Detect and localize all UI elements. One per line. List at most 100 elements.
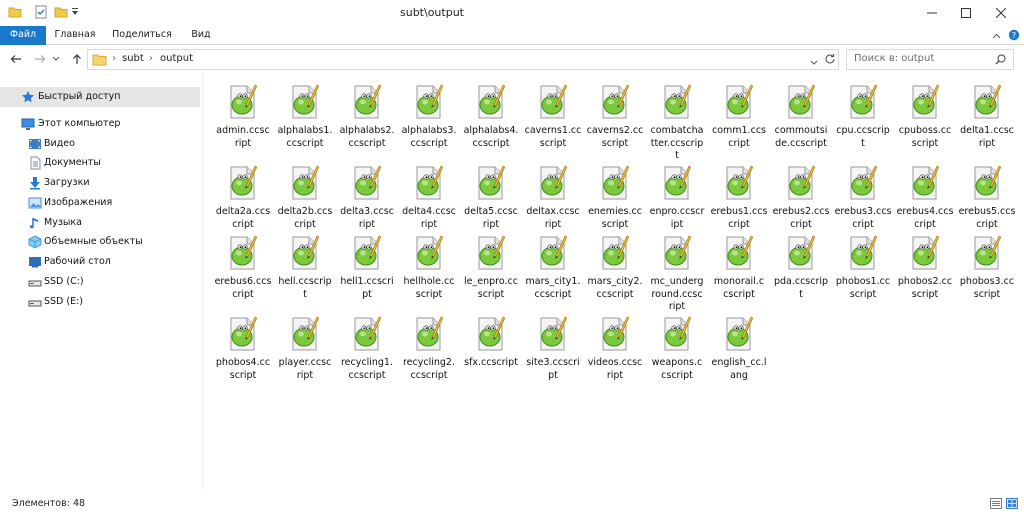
file-item[interactable]: phobos3.cc script <box>956 228 1018 306</box>
file-item[interactable]: admin.ccsc ript <box>212 77 274 155</box>
file-item[interactable]: delta2b.ccs cript <box>274 158 336 236</box>
file-item[interactable]: monorail.c cscript <box>708 228 770 306</box>
file-name-line: caverns2.cc <box>586 125 644 136</box>
file-item[interactable]: delta2a.ccs cript <box>212 158 274 236</box>
file-item[interactable]: alphalabs4. ccscript <box>460 77 522 155</box>
address-bar[interactable]: › subt › output <box>87 49 839 70</box>
tab-file[interactable]: Файл <box>0 26 46 45</box>
file-name-line: ccscript <box>348 369 386 381</box>
close-button[interactable] <box>978 0 1024 26</box>
file-item[interactable]: comm1.ccs cript <box>708 77 770 155</box>
file-item[interactable]: english_cc.l ang <box>708 309 770 387</box>
search-input[interactable]: Поиск в: output <box>854 53 934 64</box>
forward-button[interactable] <box>30 49 50 69</box>
file-item[interactable]: phobos1.cc script <box>832 228 894 306</box>
help-icon[interactable]: ? <box>1008 29 1020 44</box>
file-name-line: alphalabs1. <box>277 125 333 136</box>
file-item[interactable]: alphalabs3. ccscript <box>398 77 460 155</box>
breadcrumb-output[interactable]: output <box>160 53 193 64</box>
file-item[interactable]: hell1.ccscri pt <box>336 228 398 306</box>
file-item[interactable]: cpu.ccscrip t <box>832 77 894 155</box>
sidebar-item-quick-access[interactable]: Быстрый доступ <box>0 87 200 107</box>
file-name: mars_city2. ccscript <box>584 276 646 301</box>
file-name: comm1.ccs cript <box>708 125 770 150</box>
file-name-line: delta5.ccsc <box>464 206 518 217</box>
sidebar-item-pictures[interactable]: Изображения <box>0 193 200 213</box>
expand-ribbon-icon[interactable] <box>992 31 1001 44</box>
file-item[interactable]: erebus5.ccs cript <box>956 158 1018 236</box>
arrow-right-icon <box>35 55 46 63</box>
file-item[interactable]: alphalabs1. ccscript <box>274 77 336 155</box>
sidebar-item-downloads[interactable]: Загрузки <box>0 173 200 193</box>
file-item[interactable]: alphalabs2. ccscript <box>336 77 398 155</box>
file-item[interactable]: erebus3.ccs cript <box>832 158 894 236</box>
details-view-button[interactable] <box>990 498 1002 509</box>
file-name-line: ccscript <box>410 369 448 381</box>
file-item[interactable]: deltax.ccsc ript <box>522 158 584 236</box>
file-item[interactable]: commoutsi de.ccscript <box>770 77 832 155</box>
file-name-line: monorail.c <box>713 276 765 287</box>
file-item[interactable]: erebus2.ccs cript <box>770 158 832 236</box>
file-item[interactable]: videos.ccsc ript <box>584 309 646 387</box>
sidebar-item-desktop[interactable]: Рабочий стол <box>0 252 200 272</box>
file-item[interactable]: mars_city2. ccscript <box>584 228 646 306</box>
file-name-line: combatcha <box>650 125 704 136</box>
file-item[interactable]: weapons.c cscript <box>646 309 708 387</box>
sidebar-item-drive-e[interactable]: SSD (E:) <box>0 292 200 312</box>
file-item[interactable]: enemies.cc script <box>584 158 646 236</box>
tab-share[interactable]: Поделиться <box>110 26 174 45</box>
file-item[interactable]: erebus1.ccs cript <box>708 158 770 236</box>
search-box[interactable]: Поиск в: output <box>846 49 1014 70</box>
sidebar-item-music[interactable]: Музыка <box>0 213 200 233</box>
file-item[interactable]: le_enpro.cc script <box>460 228 522 306</box>
refresh-button[interactable] <box>824 53 836 68</box>
file-item[interactable]: hell.ccscrip t <box>274 228 336 306</box>
file-item[interactable]: phobos2.cc script <box>894 228 956 306</box>
address-dropdown-button[interactable] <box>810 56 818 69</box>
file-item[interactable]: mc_underg round.ccsc ript <box>646 228 708 312</box>
sidebar-item-videos[interactable]: Видео <box>0 134 200 154</box>
file-item[interactable]: combatcha tter.ccscrip t <box>646 77 708 161</box>
file-item[interactable]: hellhole.cc script <box>398 228 460 306</box>
file-item[interactable]: site3.ccscri pt <box>522 309 584 387</box>
tab-home[interactable]: Главная <box>50 26 100 45</box>
file-item[interactable]: player.ccsc ript <box>274 309 336 387</box>
file-name: phobos2.cc script <box>894 276 956 301</box>
file-item[interactable]: sfx.ccscript <box>460 309 522 387</box>
recent-locations-button[interactable] <box>50 49 62 69</box>
up-button[interactable] <box>67 49 87 69</box>
file-item[interactable]: delta3.ccsc ript <box>336 158 398 236</box>
tab-view[interactable]: Вид <box>184 26 218 45</box>
file-item[interactable]: recycling2. ccscript <box>398 309 460 387</box>
file-item[interactable]: caverns2.cc script <box>584 77 646 155</box>
file-item[interactable]: caverns1.cc script <box>522 77 584 155</box>
sidebar-item-label: Объемные объекты <box>44 236 143 247</box>
file-item[interactable]: enpro.ccscr ipt <box>646 158 708 236</box>
file-name: sfx.ccscript <box>460 357 522 370</box>
sidebar-item-drive-c[interactable]: SSD (C:) <box>0 272 200 292</box>
file-item[interactable]: mars_city1. ccscript <box>522 228 584 306</box>
file-name-line: pt <box>548 369 558 381</box>
back-button[interactable] <box>6 49 26 69</box>
sidebar-item-3d-objects[interactable]: Объемные объекты <box>0 232 200 252</box>
file-item[interactable]: erebus4.ccs cript <box>894 158 956 236</box>
sidebar-item-documents[interactable]: Документы <box>0 153 200 173</box>
sidebar-item-label: Документы <box>44 157 101 168</box>
file-name-line: script <box>539 137 567 149</box>
sidebar-item-label: Загрузки <box>44 177 90 188</box>
breadcrumb-subt[interactable]: subt <box>122 53 144 64</box>
maximize-icon <box>961 8 971 18</box>
sidebar-item-this-pc[interactable]: Этот компьютер <box>0 114 200 134</box>
large-icons-view-button[interactable] <box>1006 498 1018 509</box>
file-name-line: weapons.c <box>651 357 703 368</box>
file-item[interactable]: delta4.ccsc ript <box>398 158 460 236</box>
file-item[interactable]: pda.ccscrip t <box>770 228 832 306</box>
search-icon <box>995 54 1006 68</box>
file-item[interactable]: delta5.ccsc ript <box>460 158 522 236</box>
file-item[interactable]: recycling1. ccscript <box>336 309 398 387</box>
file-name: hellhole.cc script <box>398 276 460 301</box>
file-item[interactable]: cpuboss.cc script <box>894 77 956 155</box>
file-item[interactable]: delta1.ccsc ript <box>956 77 1018 155</box>
file-item[interactable]: phobos4.cc script <box>212 309 274 387</box>
file-item[interactable]: erebus6.ccs cript <box>212 228 274 306</box>
